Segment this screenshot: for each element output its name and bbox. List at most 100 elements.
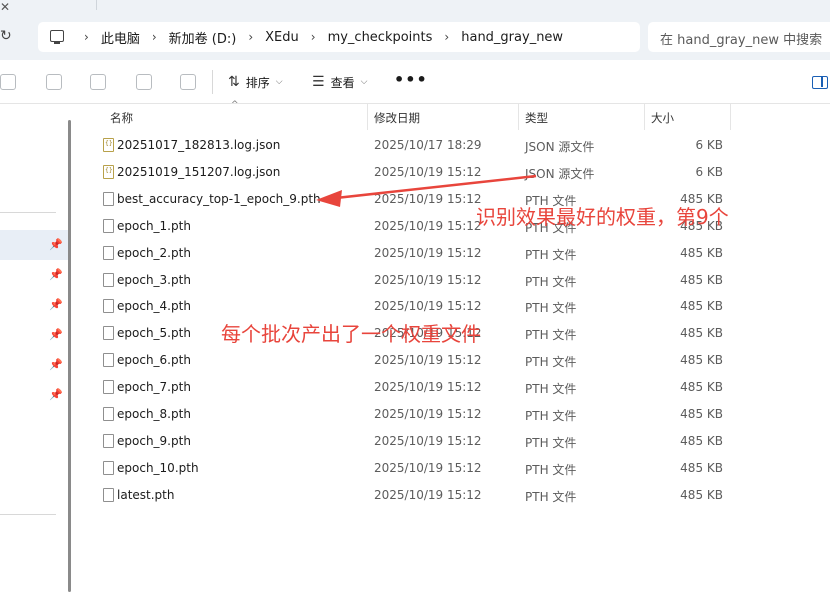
sort-button[interactable]: ⇅ 排序 ⌵ <box>228 72 283 92</box>
file-size: 485 KB <box>680 460 723 475</box>
pin-icon[interactable]: 📌 <box>49 328 63 341</box>
column-header: ^ 名称 修改日期 类型 大小 <box>100 100 830 130</box>
file-type: PTH 文件 <box>525 489 577 504</box>
file-modified: 2025/10/19 15:12 <box>374 191 482 206</box>
sort-icon: ⇅ <box>228 74 240 90</box>
chevron-down-icon: ⌵ <box>360 77 368 87</box>
file-modified: 2025/10/19 15:12 <box>374 487 482 502</box>
address-row: ↻ › 此电脑 › 新加卷 (D:) › XEdu › my_checkpoin… <box>0 16 830 60</box>
header-size[interactable]: 大小 <box>651 110 674 126</box>
column-divider[interactable] <box>644 104 645 130</box>
share-icon[interactable] <box>136 74 152 90</box>
file-size: 6 KB <box>695 164 723 179</box>
epoch-annotation: 每个批次产出了一个权重文件 <box>221 322 481 346</box>
file-name: epoch_9.pth <box>117 433 191 448</box>
file-size: 485 KB <box>680 353 723 368</box>
file-row[interactable]: epoch_3.pth 2025/10/19 15:12 PTH 文件 485 KB <box>100 267 830 293</box>
file-row[interactable]: epoch_7.pth 2025/10/19 15:12 PTH 文件 485 KB <box>100 374 830 400</box>
json-file-icon <box>103 138 114 152</box>
best-weight-annotation: 识别效果最好的权重，第9个 <box>476 205 729 229</box>
file-type: PTH 文件 <box>525 274 577 289</box>
details-pane-icon[interactable] <box>812 76 828 89</box>
tab-close-icon[interactable]: ✕ <box>0 0 30 14</box>
toolbar-divider <box>212 70 213 94</box>
file-size: 485 KB <box>680 433 723 448</box>
column-divider[interactable] <box>367 104 368 130</box>
file-name: epoch_7.pth <box>117 380 191 395</box>
pin-icon[interactable]: 📌 <box>49 358 63 371</box>
copy-icon[interactable] <box>46 74 62 90</box>
file-row[interactable]: epoch_2.pth 2025/10/19 15:12 PTH 文件 485 KB <box>100 240 830 266</box>
file-size: 485 KB <box>680 326 723 341</box>
file-modified: 2025/10/19 15:12 <box>374 460 482 475</box>
file-icon <box>103 218 114 233</box>
nav-divider <box>0 212 56 213</box>
file-type: PTH 文件 <box>525 328 577 343</box>
header-type[interactable]: 类型 <box>525 110 548 126</box>
pin-icon[interactable]: 📌 <box>49 388 63 401</box>
file-name: 20251017_182813.log.json <box>117 138 281 152</box>
file-icon <box>103 245 114 260</box>
refresh-icon[interactable]: ↻ <box>0 28 20 48</box>
pin-icon[interactable]: 📌 <box>49 268 63 281</box>
file-name: epoch_1.pth <box>117 218 191 233</box>
file-row[interactable]: epoch_9.pth 2025/10/19 15:12 PTH 文件 485 KB <box>100 428 830 454</box>
file-modified: 2025/10/19 15:12 <box>374 353 482 368</box>
pin-icon[interactable]: 📌 <box>49 238 63 251</box>
file-size: 485 KB <box>680 380 723 395</box>
sort-label: 排序 <box>245 75 270 90</box>
file-modified: 2025/10/19 15:12 <box>374 245 482 260</box>
sort-ascending-icon: ^ <box>231 100 239 110</box>
file-icon <box>103 299 114 314</box>
file-icon <box>103 407 114 421</box>
rename-icon[interactable] <box>90 74 106 90</box>
view-label: 查看 <box>330 75 355 90</box>
file-icon <box>103 433 114 448</box>
view-icon: ☰ <box>312 74 325 90</box>
search-placeholder: 在 hand_gray_new 中搜索 <box>660 33 823 48</box>
file-modified: 2025/10/19 15:12 <box>374 407 482 421</box>
crumb-this-pc[interactable]: 此电脑 <box>89 28 152 47</box>
crumb-my-checkpoints[interactable]: my_checkpoints <box>316 30 445 45</box>
this-pc-icon[interactable] <box>50 30 64 44</box>
file-size: 485 KB <box>680 407 723 421</box>
file-modified: 2025/10/19 15:12 <box>374 433 482 448</box>
file-size: 485 KB <box>680 272 723 287</box>
file-row[interactable]: epoch_10.pth 2025/10/19 15:12 PTH 文件 485 KB <box>100 455 830 481</box>
column-divider[interactable] <box>518 104 519 130</box>
file-row[interactable]: epoch_8.pth 2025/10/19 15:12 PTH 文件 485 KB <box>100 401 830 427</box>
chevron-down-icon: ⌵ <box>275 77 283 87</box>
file-name: epoch_4.pth <box>117 299 191 314</box>
file-row[interactable]: 20251017_182813.log.json 2025/10/17 18:29… <box>100 132 830 158</box>
file-name: epoch_3.pth <box>117 272 191 287</box>
crumb-xedu[interactable]: XEdu <box>253 30 311 45</box>
file-modified: 2025/10/19 15:12 <box>374 218 482 233</box>
address-bar[interactable]: › 此电脑 › 新加卷 (D:) › XEdu › my_checkpoints… <box>38 22 640 52</box>
file-row[interactable]: epoch_6.pth 2025/10/19 15:12 PTH 文件 485 KB <box>100 347 830 373</box>
header-modified[interactable]: 修改日期 <box>374 110 420 126</box>
file-name: epoch_10.pth <box>117 460 199 475</box>
more-options-button[interactable]: ••• <box>394 70 428 89</box>
file-size: 485 KB <box>680 245 723 260</box>
pin-icon[interactable]: 📌 <box>49 298 63 311</box>
header-name[interactable]: 名称 <box>110 110 133 126</box>
file-row[interactable]: epoch_4.pth 2025/10/19 15:12 PTH 文件 485 KB <box>100 293 830 319</box>
file-icon <box>103 487 114 502</box>
file-icon <box>103 460 114 475</box>
search-input[interactable]: 在 hand_gray_new 中搜索 <box>648 22 830 52</box>
crumb-hand-gray-new[interactable]: hand_gray_new <box>449 30 575 45</box>
file-row[interactable]: 20251019_151207.log.json 2025/10/19 15:12… <box>100 159 830 185</box>
column-divider[interactable] <box>730 104 731 130</box>
crumb-drive-d[interactable]: 新加卷 (D:) <box>157 28 249 47</box>
file-icon <box>103 380 114 395</box>
file-type: PTH 文件 <box>525 462 577 477</box>
file-name: epoch_8.pth <box>117 407 191 421</box>
delete-icon[interactable] <box>180 74 196 90</box>
nav-scrollbar[interactable] <box>68 120 71 592</box>
file-name: epoch_6.pth <box>117 353 191 368</box>
cut-icon[interactable] <box>0 74 16 90</box>
file-row[interactable]: latest.pth 2025/10/19 15:12 PTH 文件 485 KB <box>100 482 830 508</box>
file-icon <box>103 326 114 341</box>
file-icon <box>103 272 114 287</box>
view-button[interactable]: ☰ 查看 ⌵ <box>312 72 367 92</box>
